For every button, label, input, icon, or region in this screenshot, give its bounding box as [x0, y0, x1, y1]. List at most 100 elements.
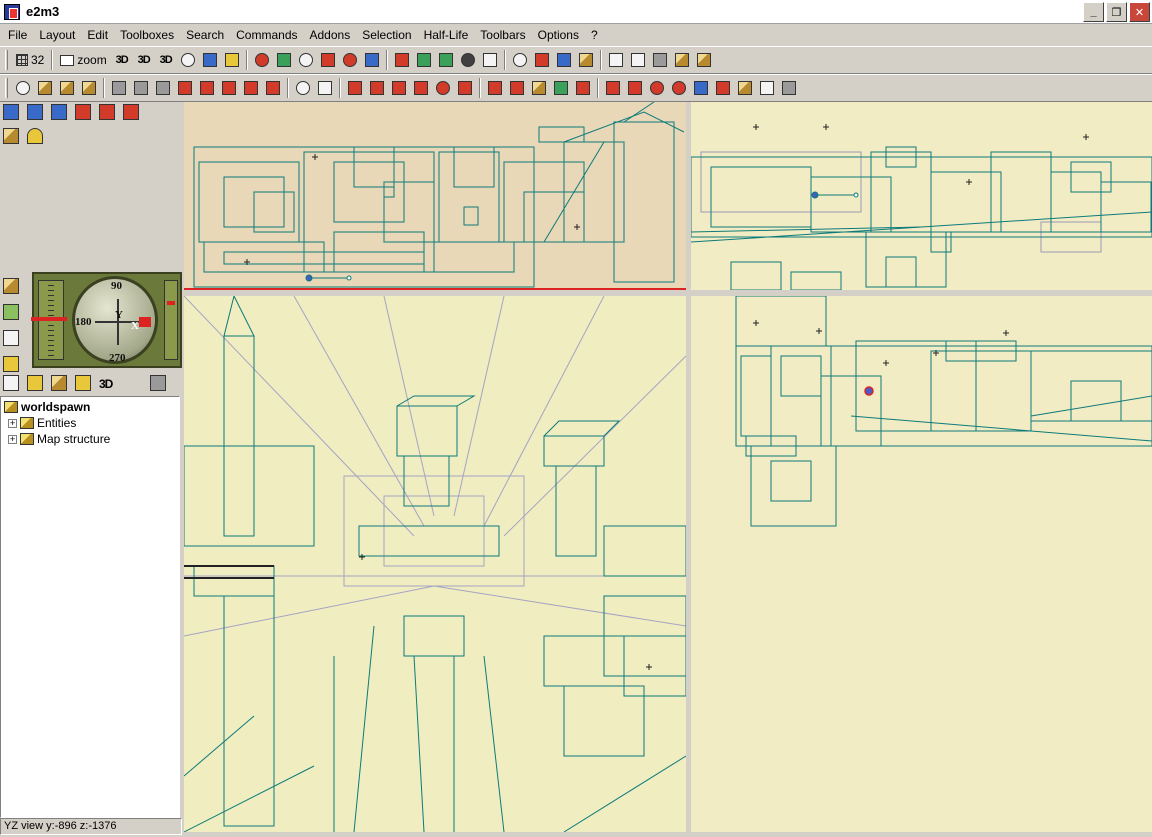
menu-search[interactable]: Search: [180, 28, 230, 42]
menu-help[interactable]: ?: [585, 28, 604, 42]
book-icon[interactable]: [222, 50, 242, 70]
red-cube-icon[interactable]: [367, 78, 387, 98]
pyramid-icon[interactable]: [27, 128, 45, 146]
cross-cubes-icon[interactable]: [713, 78, 733, 98]
tree-root-worldspawn[interactable]: worldspawn: [4, 400, 90, 414]
target-icon[interactable]: [178, 50, 198, 70]
cube-icon[interactable]: [51, 375, 69, 393]
vertex-tool-icon[interactable]: [13, 78, 33, 98]
minimize-button[interactable]: _: [1083, 2, 1104, 22]
multi-cube-icon[interactable]: [573, 78, 593, 98]
stair-icon[interactable]: [691, 78, 711, 98]
n-tool-icon[interactable]: [318, 50, 338, 70]
cube-icon[interactable]: [735, 78, 755, 98]
red-flip-icon[interactable]: [219, 78, 239, 98]
expand-icon[interactable]: +: [8, 418, 17, 428]
link-tool-icon[interactable]: [480, 50, 500, 70]
mirror-tool-icon[interactable]: [436, 50, 456, 70]
flip-tool-icon[interactable]: [109, 78, 129, 98]
blue-entity-icon[interactable]: [51, 104, 69, 122]
red-wedge-icon[interactable]: [455, 78, 475, 98]
green-arrow-icon[interactable]: [551, 78, 571, 98]
menu-file[interactable]: File: [2, 28, 33, 42]
map-view-top[interactable]: [184, 102, 686, 290]
tree-item-map-structure[interactable]: + Map structure: [8, 432, 110, 446]
view-3d-textured-button[interactable]: 3D: [134, 50, 154, 70]
menu-half-life[interactable]: Half-Life: [418, 28, 475, 42]
entity-tool-icon[interactable]: [274, 50, 294, 70]
restore-button[interactable]: ❐: [1106, 2, 1127, 22]
m-tool-icon[interactable]: [625, 78, 645, 98]
menu-toolbars[interactable]: Toolbars: [474, 28, 531, 42]
multi-cube-icon[interactable]: [485, 78, 505, 98]
toolbar-grip[interactable]: [5, 50, 8, 70]
expand-icon[interactable]: +: [8, 434, 17, 444]
red-tool-icon[interactable]: [252, 50, 272, 70]
red-entity-icon[interactable]: [75, 104, 93, 122]
cross-tool-icon[interactable]: [414, 50, 434, 70]
close-button[interactable]: ✕: [1129, 2, 1150, 22]
menu-commands[interactable]: Commands: [230, 28, 303, 42]
m-tool-icon[interactable]: [603, 78, 623, 98]
binoculars-icon[interactable]: [458, 50, 478, 70]
menu-selection[interactable]: Selection: [356, 28, 417, 42]
red-s-icon[interactable]: [433, 78, 453, 98]
path-tool-icon[interactable]: [650, 50, 670, 70]
red-entity-icon[interactable]: [99, 104, 117, 122]
red-flip-icon[interactable]: [175, 78, 195, 98]
blue-entity-icon[interactable]: [27, 104, 45, 122]
menu-toolboxes[interactable]: Toolboxes: [114, 28, 180, 42]
multi-cube-icon[interactable]: [507, 78, 527, 98]
mesh-icon[interactable]: [757, 78, 777, 98]
zoom-button[interactable]: zoom: [56, 53, 110, 67]
map-view-3d[interactable]: [184, 296, 686, 832]
pointer-tool-icon[interactable]: [606, 50, 626, 70]
texture-icon[interactable]: [200, 50, 220, 70]
red-flip-icon[interactable]: [241, 78, 261, 98]
tree-3d-button[interactable]: 3D: [99, 377, 113, 391]
entity-cube-icon[interactable]: [150, 375, 168, 393]
p-tool-icon[interactable]: [340, 50, 360, 70]
view-3d-button[interactable]: 3D: [112, 50, 132, 70]
brush-cube-icon[interactable]: [672, 50, 692, 70]
menu-addons[interactable]: Addons: [304, 28, 357, 42]
app-icon[interactable]: [4, 3, 20, 20]
solid-cube-icon[interactable]: [694, 50, 714, 70]
red-flip-icon[interactable]: [263, 78, 283, 98]
pointer-cube-icon[interactable]: [628, 50, 648, 70]
red-cross-icon[interactable]: [389, 78, 409, 98]
menu-layout[interactable]: Layout: [33, 28, 81, 42]
grid-icon[interactable]: [3, 375, 21, 393]
red-s-icon[interactable]: [647, 78, 667, 98]
gray-cube-icon[interactable]: [779, 78, 799, 98]
red-entity-icon[interactable]: [123, 104, 141, 122]
face-icon[interactable]: [296, 50, 316, 70]
face-icon[interactable]: [293, 78, 313, 98]
menu-options[interactable]: Options: [532, 28, 585, 42]
cfg-icon[interactable]: [315, 78, 335, 98]
pitch-slider[interactable]: [164, 280, 178, 360]
red-circle-icon[interactable]: [669, 78, 689, 98]
cube-icon[interactable]: [576, 50, 596, 70]
camera-icon[interactable]: [532, 50, 552, 70]
wedge-icon[interactable]: [75, 375, 93, 393]
cube-icon[interactable]: [57, 78, 77, 98]
grid-size-button[interactable]: 32: [12, 53, 48, 67]
red-box-icon[interactable]: [411, 78, 431, 98]
red-cube-icon[interactable]: [345, 78, 365, 98]
cube-icon[interactable]: [79, 78, 99, 98]
orange-square-icon[interactable]: [392, 50, 412, 70]
move-tool-icon[interactable]: [153, 78, 173, 98]
red-flip-icon[interactable]: [197, 78, 217, 98]
compass-dial[interactable]: 90 180 270 Y X: [72, 276, 158, 364]
menu-edit[interactable]: Edit: [81, 28, 114, 42]
blue-entity-icon[interactable]: [3, 104, 21, 122]
tree-item-entities[interactable]: + Entities: [8, 416, 76, 430]
cube-icon[interactable]: [35, 78, 55, 98]
cube-icon[interactable]: [3, 128, 21, 146]
rotate-tool-icon[interactable]: [131, 78, 151, 98]
vertical-slider[interactable]: [31, 280, 67, 360]
check-tool-icon[interactable]: [554, 50, 574, 70]
tan-cube-icon[interactable]: [529, 78, 549, 98]
pyramid-icon[interactable]: [27, 375, 45, 393]
